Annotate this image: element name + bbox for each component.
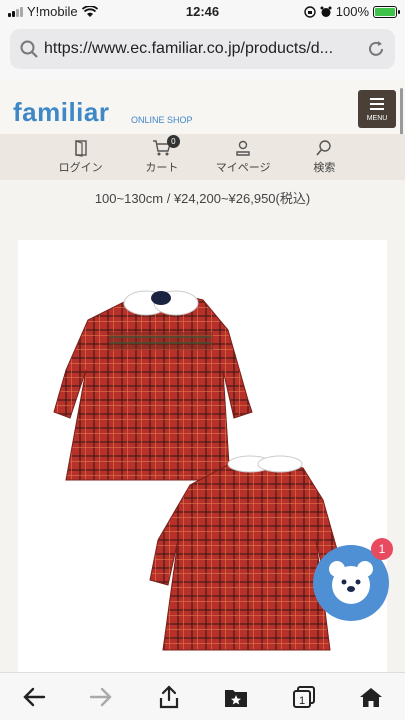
nav-mypage-label: マイページ <box>215 162 271 174</box>
url-text[interactable]: https://www.ec.familiar.co.jp/products/d… <box>44 40 367 58</box>
browser-toolbar: 1 <box>0 672 405 720</box>
bookmarks-button[interactable] <box>216 677 256 717</box>
door-icon <box>74 140 87 157</box>
menu-label: MENU <box>366 115 388 122</box>
nav-cart-label: カート <box>145 162 179 174</box>
share-icon <box>159 684 178 708</box>
svg-text:1: 1 <box>299 695 305 707</box>
alarm-icon <box>320 6 332 17</box>
forward-button[interactable] <box>81 677 121 717</box>
search-icon <box>316 140 332 156</box>
share-button[interactable] <box>149 677 189 717</box>
tabs-icon: 1 <box>292 685 315 708</box>
browser-url-area: https://www.ec.familiar.co.jp/products/d… <box>0 24 405 79</box>
search-icon <box>20 40 38 58</box>
battery-icon <box>373 5 400 18</box>
tabs-button[interactable]: 1 <box>284 677 324 717</box>
home-icon <box>360 687 383 707</box>
dress-front <box>53 290 253 481</box>
site-header: familiar ONLINE SHOP MENU <box>0 79 405 134</box>
menu-button[interactable]: MENU <box>358 90 396 128</box>
bookmark-folder-icon <box>225 689 248 707</box>
product-price-line: 100~130cm / ¥24,200~¥26,950(税込) <box>94 191 311 206</box>
nav-login-label: ログイン <box>58 162 103 174</box>
site-nav: ログイン 0 カート マイページ 検索 <box>0 134 405 180</box>
url-bar[interactable]: https://www.ec.familiar.co.jp/products/d… <box>10 29 395 69</box>
home-button[interactable] <box>351 677 391 717</box>
nav-cart[interactable]: 0 カート <box>132 134 192 180</box>
cart-count-badge: 0 <box>166 135 180 148</box>
arrow-left-icon <box>23 687 45 706</box>
nav-search-label: 検索 <box>313 162 336 174</box>
nav-login[interactable]: ログイン <box>51 134 111 180</box>
rotation-lock-icon <box>304 5 316 18</box>
back-button[interactable] <box>14 677 54 717</box>
logo-subtitle: ONLINE SHOP <box>131 115 193 125</box>
site-logo[interactable]: familiar <box>13 97 110 128</box>
status-right: 100% <box>304 4 400 19</box>
nav-mypage[interactable]: マイページ <box>213 134 273 180</box>
reload-icon[interactable] <box>367 40 385 58</box>
person-icon <box>236 140 250 156</box>
arrow-right-icon <box>90 687 112 706</box>
status-bar: Y!mobile 12:46 100% <box>0 0 405 24</box>
battery-percent: 100% <box>335 4 369 19</box>
chat-notification-badge: 1 <box>371 538 393 560</box>
hamburger-icon <box>370 98 384 113</box>
nav-search[interactable]: 検索 <box>294 134 354 180</box>
